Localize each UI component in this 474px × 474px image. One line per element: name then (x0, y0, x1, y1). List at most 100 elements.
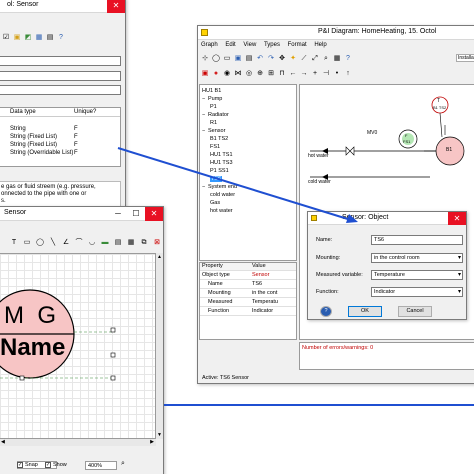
arc-tool-icon[interactable]: ◡ (87, 238, 97, 248)
help-icon[interactable]: ? (56, 33, 66, 43)
table-row[interactable]: String (10, 126, 26, 132)
plus-icon[interactable]: + (310, 69, 320, 79)
function-select[interactable]: Indicator (371, 287, 463, 297)
arrow-right-icon[interactable]: → (299, 69, 309, 79)
sensor-icon[interactable]: ◎ (244, 69, 254, 79)
tree-item[interactable]: FS1 (210, 144, 220, 151)
maximize-icon[interactable]: ☐ (127, 207, 145, 221)
install-button[interactable]: Installa (456, 54, 474, 62)
object-type-field-3[interactable] (0, 85, 121, 95)
scroll-left-icon[interactable]: ◀ (1, 439, 5, 445)
tree-item[interactable]: P1 (210, 104, 217, 111)
rectangle-icon[interactable]: ▭ (222, 54, 232, 64)
color-tool-icon[interactable]: ▬ (100, 238, 110, 248)
menu-view[interactable]: View (240, 41, 259, 49)
object-type-field-2[interactable] (0, 71, 121, 81)
arrow-left-icon[interactable]: ← (288, 69, 298, 79)
mounting-select[interactable]: in the control room (371, 253, 463, 263)
cursor-icon[interactable]: ⊹ (200, 54, 210, 64)
tree-item-selected[interactable]: TS6 (210, 176, 223, 183)
grid-icon[interactable]: ⊞ (266, 69, 276, 79)
tree-item[interactable]: HU1 TS3 (210, 160, 233, 167)
measured-variable-select[interactable]: Temperature (371, 270, 463, 280)
document-icon[interactable]: ▤ (45, 33, 55, 43)
zoom-icon[interactable]: ⌕ (121, 460, 125, 468)
line-tool-icon[interactable]: ╲ (48, 238, 58, 248)
vertical-scrollbar[interactable]: ▲ ▼ (156, 253, 163, 439)
object-tree[interactable]: HU1 B1 − Pump P1 − Radiator R1 − Sensor B1 … (199, 84, 297, 261)
table-row[interactable]: String (Overridable List) (10, 150, 73, 156)
close-icon[interactable]: ✕ (145, 207, 163, 221)
tree-item[interactable]: − System end (202, 184, 237, 191)
help-button[interactable]: ? (320, 306, 332, 317)
table-icon[interactable]: ▦ (34, 33, 44, 43)
main-titlebar[interactable]: P&I Diagram: HomeHeating, 15. Octol (198, 26, 474, 40)
menu-help[interactable]: Help (311, 41, 329, 49)
close-icon[interactable]: ✕ (448, 212, 466, 225)
folder-icon[interactable]: ▣ (12, 33, 22, 43)
tree-item[interactable]: − Sensor (202, 128, 225, 135)
ellipse-tool-icon[interactable]: ◯ (35, 238, 45, 248)
tree-item[interactable]: HU1 TS1 (210, 152, 233, 159)
image-icon[interactable]: ◩ (23, 33, 33, 43)
table-row[interactable]: String (Fixed List) (10, 142, 57, 148)
snap-checkbox[interactable]: ✓ (17, 462, 23, 468)
symbol-canvas[interactable]: M G Name (0, 253, 156, 439)
copy-icon[interactable]: ⧉ (139, 238, 149, 248)
property-row[interactable]: Mounting in the cont (200, 290, 296, 298)
menu-edit[interactable]: Edit (222, 41, 238, 49)
pipe-dash-icon[interactable]: ⊣ (321, 69, 331, 79)
tree-item[interactable]: hot water (210, 208, 233, 215)
star-icon[interactable]: ✦ (288, 54, 298, 64)
tree-item[interactable]: B1 TS2 (210, 136, 228, 143)
dialog-titlebar[interactable]: Sensor: Object ✕ (308, 212, 466, 225)
globe-icon[interactable]: ⊕ (255, 69, 265, 79)
help-icon[interactable]: ? (343, 54, 353, 64)
menu-types[interactable]: Types (261, 41, 283, 49)
image-tool-icon[interactable]: ▤ (113, 238, 123, 248)
zoom-icon[interactable]: ⌕ (321, 54, 331, 64)
pipe-icon[interactable]: ⊓ (277, 69, 287, 79)
undo-icon[interactable]: ↶ (255, 54, 265, 64)
check-list-icon[interactable]: ☑ (1, 33, 11, 43)
object-type-field-1[interactable] (0, 56, 121, 66)
save-icon[interactable]: ▣ (233, 54, 243, 64)
redo-icon[interactable]: ↷ (266, 54, 276, 64)
delete-icon[interactable]: ▣ (200, 69, 210, 79)
tree-item[interactable]: cold water (210, 192, 235, 199)
tree-item[interactable]: HU1 B1 (202, 88, 221, 95)
property-row[interactable]: Function Indicator (200, 308, 296, 316)
scroll-down-icon[interactable]: ▼ (157, 432, 162, 438)
grid-tool-icon[interactable]: ▦ (126, 238, 136, 248)
tree-item[interactable]: − Pump (202, 96, 222, 103)
tree-item[interactable]: R1 (210, 120, 217, 127)
horizontal-scrollbar[interactable]: ◀ ▶ (0, 439, 156, 446)
tree-item[interactable]: P1 SS1 (210, 168, 229, 175)
tree-item[interactable]: − Radiator (202, 112, 229, 119)
minimize-icon[interactable]: ─ (109, 207, 127, 221)
bezier-tool-icon[interactable]: ⌒ (74, 238, 84, 248)
close-icon[interactable]: ✕ (107, 0, 125, 13)
diagonal-icon[interactable]: ⟋ (299, 54, 309, 64)
grid-icon[interactable]: ▦ (332, 54, 342, 64)
ok-button[interactable]: OK (348, 306, 382, 317)
ellipse-icon[interactable]: ◯ (211, 54, 221, 64)
delete-icon[interactable]: ⊠ (152, 238, 162, 248)
tree-item[interactable]: Gas (210, 200, 220, 207)
property-row[interactable]: Object type Sensor (200, 272, 296, 280)
table-row[interactable]: String (Fixed List) (10, 134, 57, 140)
show-checkbox[interactable]: ✓ (45, 462, 51, 468)
name-input[interactable]: TS6 (371, 235, 463, 245)
red-circle-icon[interactable]: ● (211, 69, 221, 79)
menu-graph[interactable]: Graph (198, 41, 221, 49)
fit-icon[interactable]: ⤢ (310, 54, 320, 64)
object-type-titlebar[interactable]: ol: Sensor ✕ (0, 0, 125, 13)
property-row[interactable]: Name TS6 (200, 281, 296, 289)
dot-icon[interactable]: • (332, 69, 342, 79)
rectangle-tool-icon[interactable]: ▭ (22, 238, 32, 248)
move-icon[interactable]: ✥ (277, 54, 287, 64)
up-arrow-icon[interactable]: ↑ (343, 69, 353, 79)
pump-icon[interactable]: ◉ (222, 69, 232, 79)
menu-format[interactable]: Format (285, 41, 310, 49)
property-row[interactable]: Measured Temperatu (200, 299, 296, 307)
